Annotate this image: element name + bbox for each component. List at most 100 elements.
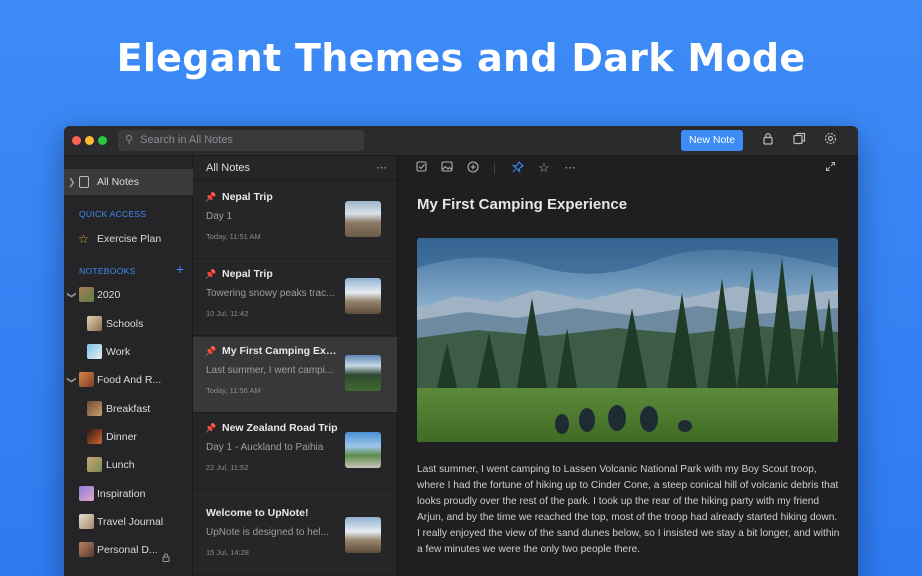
search-icon: ⚲ [125, 134, 134, 146]
note-list-title: All Notes [206, 162, 251, 174]
close-window-button[interactable] [72, 136, 81, 145]
chevron-right-icon: ❯ [68, 177, 76, 187]
image-icon[interactable] [440, 161, 454, 175]
note-list-header: All Notes ⋯ [193, 156, 397, 181]
note-date: 15 Jul, 14:28 [206, 548, 249, 557]
note-preview: Day 1 - Auckland to Paihia [206, 442, 324, 453]
pin-icon[interactable] [511, 161, 525, 175]
sidebar-item-work[interactable]: Work [64, 339, 193, 365]
star-icon: ☆ [78, 232, 89, 246]
sidebar-item-lunch[interactable]: Lunch [64, 452, 193, 478]
sidebar-item-2020[interactable]: ❯ 2020 [64, 282, 193, 308]
star-icon[interactable]: ☆ [537, 161, 551, 175]
note-date: 10 Jul, 11:42 [206, 309, 249, 318]
add-notebook-icon[interactable]: + [176, 261, 184, 277]
sidebar-item-exercise-plan[interactable]: ☆ Exercise Plan [64, 226, 193, 252]
sidebar-item-label: Lunch [106, 459, 135, 471]
note-date: Today, 11:51 AM [206, 232, 261, 241]
sidebar-item-label: Travel Journal [97, 516, 164, 528]
settings-icon[interactable] [822, 132, 838, 148]
sidebar-item-label: Dinner [106, 431, 137, 443]
note-card[interactable]: 📌 New Zealand Road Trip Day 1 - Auckland… [193, 414, 397, 490]
note-date: Today, 11:56 AM [206, 386, 261, 395]
new-note-button[interactable]: New Note [681, 130, 743, 151]
note-thumbnail [345, 517, 381, 553]
note-thumbnail [345, 201, 381, 237]
note-card[interactable]: 📌 Nepal Trip Day 1 Today, 11:51 AM [193, 183, 397, 259]
note-thumbnail [345, 355, 381, 391]
pin-icon: 📌 [205, 423, 217, 433]
minimize-window-button[interactable] [85, 136, 94, 145]
app-window: ⚲ Search in All Notes New Note ❯ All Not… [64, 126, 858, 576]
lock-icon[interactable] [760, 132, 776, 148]
search-placeholder: Search in All Notes [140, 134, 233, 146]
add-icon[interactable] [466, 161, 480, 175]
note-card[interactable]: 📌 Nepal Trip Towering snowy peaks trac..… [193, 260, 397, 336]
note-photo [417, 238, 838, 442]
sidebar-item-all-notes[interactable]: ❯ All Notes [64, 169, 193, 195]
notebook-cover-icon [87, 429, 102, 444]
sidebar-item-inspiration[interactable]: Inspiration [64, 481, 193, 507]
note-title: Nepal Trip [222, 268, 273, 280]
notes-icon [79, 176, 89, 188]
note-thumbnail [345, 278, 381, 314]
sidebar-item-label: Inspiration [97, 488, 146, 500]
toolbar-divider [494, 163, 495, 174]
sidebar-item-label: Exercise Plan [97, 233, 162, 245]
sidebar: ❯ All Notes QUICK ACCESS ☆ Exercise Plan… [64, 156, 193, 576]
note-preview: Last summer, I went campi... [206, 365, 334, 376]
notebook-cover-icon [79, 542, 94, 557]
more-icon[interactable]: ⋯ [563, 161, 577, 175]
sidebar-item-breakfast[interactable]: Breakfast [64, 396, 193, 422]
sidebar-item-label: Schools [106, 318, 144, 330]
sidebar-item-label: 2020 [97, 289, 121, 301]
sidebar-item-schools[interactable]: Schools [64, 311, 193, 337]
notebook-cover-icon [87, 457, 102, 472]
notebook-cover-icon [79, 287, 94, 302]
page-headline: Elegant Themes and Dark Mode [116, 36, 806, 80]
sidebar-item-personal[interactable]: Personal D... [64, 537, 193, 563]
pin-icon: 📌 [205, 269, 217, 279]
lock-icon [162, 546, 170, 563]
note-card[interactable]: Welcome to UpNote! UpNote is designed to… [193, 499, 397, 575]
pin-icon: 📌 [205, 346, 217, 356]
editor-toolbar: ☆ ⋯ [397, 156, 858, 181]
more-icon[interactable]: ⋯ [376, 156, 387, 181]
note-date: 22 Jul, 11:52 [206, 463, 249, 472]
notebook-cover-icon [87, 316, 102, 331]
note-title: My First Camping Expe... [222, 345, 342, 357]
note-card[interactable]: 📌 My First Camping Expe... Last summer, … [193, 337, 397, 413]
note-title: Nepal Trip [222, 191, 273, 203]
notebooks-header: NOTEBOOKS [79, 266, 136, 276]
note-thumbnail [345, 432, 381, 468]
zoom-window-button[interactable] [98, 136, 107, 145]
duplicate-window-icon[interactable] [791, 132, 807, 148]
note-title-heading[interactable]: My First Camping Experience [417, 196, 627, 213]
search-input[interactable]: ⚲ Search in All Notes [118, 130, 364, 151]
notebook-cover-icon [79, 514, 94, 529]
sidebar-item-label: All Notes [97, 176, 140, 188]
note-preview: UpNote is designed to hel... [206, 527, 329, 538]
quick-access-header: QUICK ACCESS [79, 209, 147, 219]
sidebar-item-label: Food And R... [97, 374, 162, 386]
sidebar-item-label: Personal D... [97, 544, 158, 556]
note-title: Welcome to UpNote! [206, 507, 309, 519]
note-list: All Notes ⋯ 📌 Nepal Trip Day 1 Today, 11… [193, 156, 397, 576]
note-body[interactable]: Last summer, I went camping to Lassen Vo… [417, 462, 842, 558]
sidebar-item-food[interactable]: ❯ Food And R... [64, 367, 193, 393]
pin-icon: 📌 [205, 192, 217, 202]
note-preview: Day 1 [206, 211, 233, 222]
checkbox-icon[interactable] [414, 161, 428, 175]
expand-icon[interactable] [823, 161, 837, 175]
sidebar-item-label: Breakfast [106, 403, 151, 415]
sidebar-item-travel-journal[interactable]: Travel Journal [64, 509, 193, 535]
note-editor: ☆ ⋯ My First Camping Experience Last sum… [397, 156, 858, 576]
sidebar-item-dinner[interactable]: Dinner [64, 424, 193, 450]
title-bar: ⚲ Search in All Notes New Note [64, 126, 858, 156]
sidebar-item-label: Work [106, 346, 131, 358]
notebook-cover-icon [79, 372, 94, 387]
notebook-cover-icon [79, 486, 94, 501]
note-title: New Zealand Road Trip [222, 422, 338, 434]
notebook-cover-icon [87, 344, 102, 359]
notebook-cover-icon [87, 401, 102, 416]
